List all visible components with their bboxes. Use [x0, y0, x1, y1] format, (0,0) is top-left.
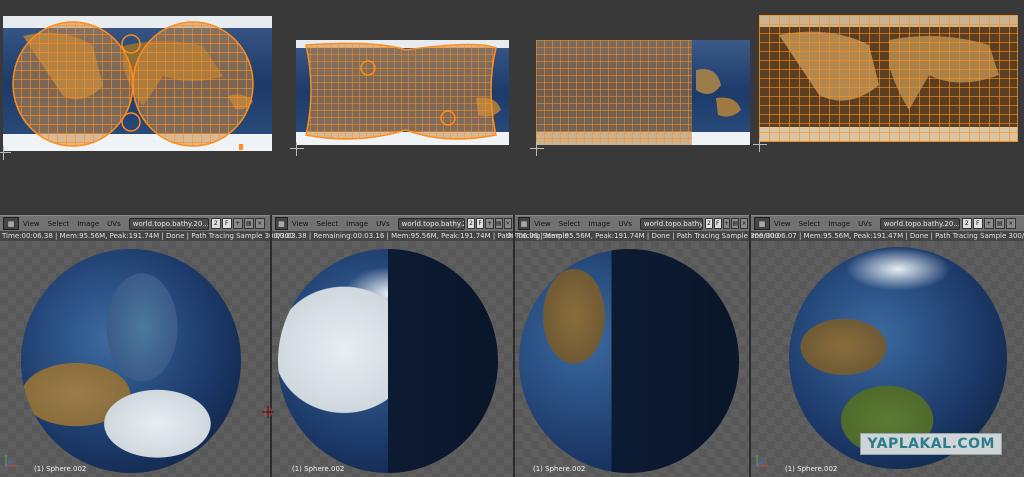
menu-view[interactable]: View [292, 220, 309, 228]
editor-type-menu[interactable]: ▦ [518, 217, 531, 230]
unlink-image-button[interactable]: × [740, 218, 749, 229]
new-image-button[interactable]: + [722, 218, 731, 229]
rendered-globe [21, 249, 241, 473]
uv-editor-area [0, 0, 1024, 215]
rendered-globe [519, 249, 739, 473]
3d-viewport-2[interactable]: (1) Sphere.002 [272, 241, 513, 477]
editor-type-menu[interactable]: ▦ [754, 217, 770, 230]
render-status-4: ime:00:06.07 | Mem:95.56M, Peak:191.47M … [750, 232, 1024, 240]
fake-user-button[interactable]: F [972, 218, 983, 229]
menu-image[interactable]: Image [828, 220, 850, 228]
new-image-button[interactable]: + [232, 218, 243, 229]
menu-select[interactable]: Select [799, 220, 821, 228]
uv-panel-1[interactable] [3, 16, 272, 151]
object-label: (1) Sphere.002 [533, 465, 586, 473]
uv-editor-header-1: ▦ View Select Image UVs world.topo.bathy… [0, 215, 270, 232]
object-label: (1) Sphere.002 [34, 465, 87, 473]
uv-panel-2[interactable] [296, 40, 509, 145]
render-status-bar: Time:00:06.38 | Mem:95.56M, Peak:191.74M… [0, 231, 1024, 241]
new-image-button[interactable]: + [485, 218, 494, 229]
menu-uvs[interactable]: UVs [618, 220, 632, 228]
uv-editor-header-4: ▦ View Select Image UVs world.topo.bathy… [751, 215, 1024, 232]
menu-image[interactable]: Image [588, 220, 610, 228]
unlink-image-button[interactable]: × [254, 218, 265, 229]
3d-viewport-4[interactable]: (1) Sphere.002 YAPLAKAL.COM [751, 241, 1024, 477]
uv-panel-3[interactable] [536, 40, 750, 145]
uv-editor-header-2: ▦ View Select Image UVs world.topo.bathy… [272, 215, 513, 232]
fake-user-button[interactable]: F [221, 218, 232, 229]
2d-cursor[interactable] [0, 146, 11, 160]
object-label: (1) Sphere.002 [785, 465, 838, 473]
menu-uvs[interactable]: UVs [107, 220, 121, 228]
image-users-count[interactable]: 2 [961, 218, 972, 229]
image-browse-field[interactable]: world.topo.bathy.20... [639, 217, 704, 230]
editor-type-menu[interactable]: ▦ [3, 217, 19, 230]
unlink-image-button[interactable]: × [503, 218, 512, 229]
rendered-globe [278, 249, 498, 473]
open-image-button[interactable]: ▤ [994, 218, 1005, 229]
2d-cursor[interactable] [530, 142, 544, 156]
site-watermark: YAPLAKAL.COM [860, 433, 1002, 455]
menu-select[interactable]: Select [48, 220, 70, 228]
menu-image[interactable]: Image [77, 220, 99, 228]
image-users-count[interactable]: 2 [705, 218, 713, 229]
image-browse-field[interactable]: world.topo.bathy.20... [397, 217, 465, 230]
unlink-image-button[interactable]: × [1005, 218, 1016, 229]
3d-viewport-3[interactable]: (1) Sphere.002 [515, 241, 749, 477]
3d-cursor-icon [262, 406, 274, 418]
axes-gizmo-icon [756, 455, 768, 467]
open-image-button[interactable]: ▤ [731, 218, 740, 229]
menu-view[interactable]: View [534, 220, 551, 228]
2d-cursor[interactable] [753, 138, 767, 152]
menu-select[interactable]: Select [317, 220, 339, 228]
image-users-count[interactable]: 2 [210, 218, 221, 229]
open-image-button[interactable]: ▤ [243, 218, 254, 229]
image-browse-field[interactable]: world.topo.bathy.20... [128, 217, 209, 230]
fake-user-button[interactable]: F [713, 218, 722, 229]
axes-gizmo-icon [5, 455, 17, 467]
image-users-count[interactable]: 2 [466, 218, 476, 229]
object-label: (1) Sphere.002 [292, 465, 345, 473]
menu-uvs[interactable]: UVs [376, 220, 390, 228]
2d-cursor[interactable] [290, 142, 304, 156]
uv-editor-header-3: ▦ View Select Image UVs world.topo.bathy… [515, 215, 749, 232]
fake-user-button[interactable]: F [476, 218, 485, 229]
menu-view[interactable]: View [774, 220, 791, 228]
open-image-button[interactable]: ▤ [494, 218, 503, 229]
image-browse-field[interactable]: world.topo.bathy.20... [879, 217, 960, 230]
3d-viewport-1[interactable]: (1) Sphere.002 [0, 241, 270, 477]
menu-uvs[interactable]: UVs [858, 220, 872, 228]
menu-image[interactable]: Image [346, 220, 368, 228]
render-status-3: 00:06.06 | Mem:95.56M, Peak:191.74M | Do… [507, 232, 780, 240]
uv-panel-4[interactable] [759, 15, 1018, 142]
menu-select[interactable]: Select [559, 220, 581, 228]
menu-view[interactable]: View [23, 220, 40, 228]
editor-type-menu[interactable]: ▦ [275, 217, 288, 230]
render-status-1: Time:00:06.38 | Mem:95.56M, Peak:191.74M… [2, 232, 294, 240]
new-image-button[interactable]: + [983, 218, 994, 229]
